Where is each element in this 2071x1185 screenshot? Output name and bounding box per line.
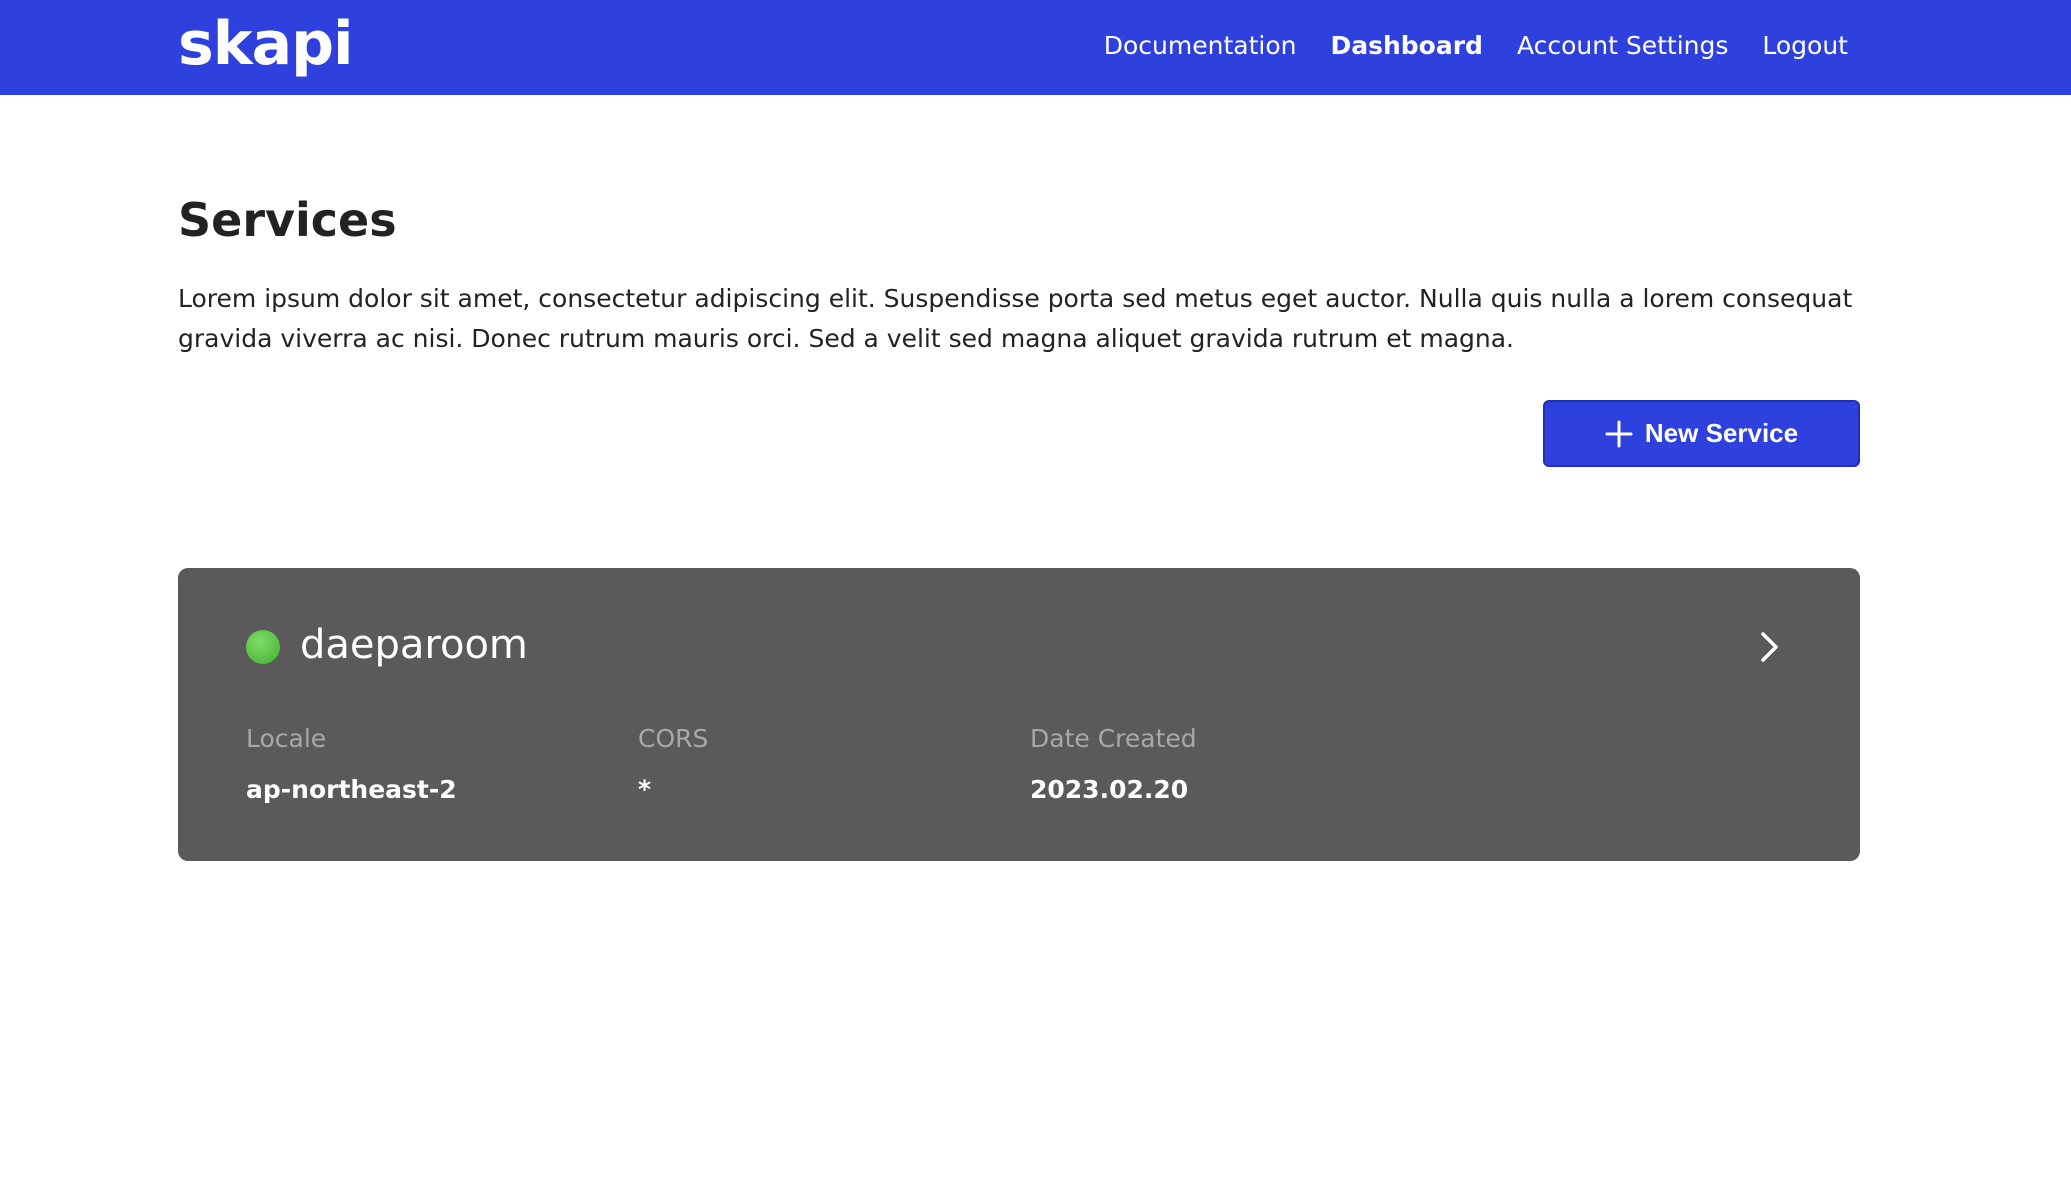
nav-documentation[interactable]: Documentation xyxy=(1104,31,1297,60)
main-nav: Documentation Dashboard Account Settings… xyxy=(1104,0,1848,90)
cors-label: CORS xyxy=(638,724,709,753)
locale-label: Locale xyxy=(246,724,327,753)
date-created-value: 2023.02.20 xyxy=(1030,775,1189,804)
nav-account-settings[interactable]: Account Settings xyxy=(1517,31,1728,60)
logo[interactable]: skapi xyxy=(178,6,354,82)
nav-logout[interactable]: Logout xyxy=(1762,31,1848,60)
new-service-button[interactable]: New Service xyxy=(1543,400,1860,467)
new-service-label: New Service xyxy=(1644,418,1799,448)
page-description: Lorem ipsum dolor sit amet, consectetur … xyxy=(178,284,1853,353)
chevron-right-icon[interactable] xyxy=(1758,630,1782,664)
plus-icon xyxy=(1605,420,1633,447)
top-navbar: skapi Documentation Dashboard Account Se… xyxy=(0,0,2071,95)
locale-value: ap-northeast-2 xyxy=(246,775,457,804)
status-indicator xyxy=(246,630,280,664)
date-created-label: Date Created xyxy=(1030,724,1197,753)
page-title: Services xyxy=(178,193,397,247)
nav-dashboard[interactable]: Dashboard xyxy=(1330,31,1482,60)
service-card[interactable]: daeparoom Locale ap-northeast-2 CORS * D… xyxy=(178,568,1860,861)
cors-value: * xyxy=(638,775,652,804)
service-name: daeparoom xyxy=(300,622,528,668)
